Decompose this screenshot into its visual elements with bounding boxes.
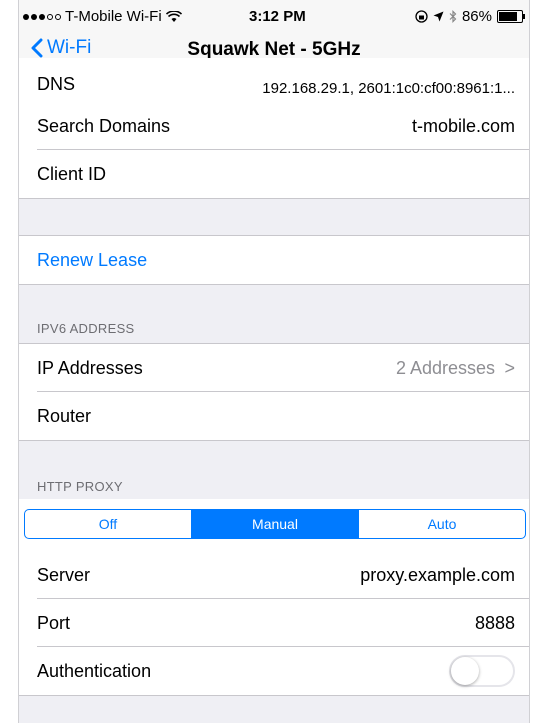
port-row[interactable]: Port 8888: [19, 599, 529, 647]
proxy-section-gap: HTTP PROXY: [19, 440, 529, 500]
authentication-label: Authentication: [37, 661, 152, 681]
proxy-mode-row: Off Manual Auto: [19, 499, 529, 551]
settings-screen: T-Mobile Wi-Fi 3:12 PM 86% Wi-Fi Squawk …: [18, 0, 530, 723]
wifi-icon: [165, 10, 182, 22]
rotation-lock-icon: [415, 10, 428, 23]
toggle-knob: [451, 657, 479, 685]
dns-row: DNS 192.168.29.1, 2601:1c0:cf00:8961:1..…: [19, 58, 529, 106]
ip-addresses-value: 2 Addresses: [395, 358, 495, 378]
client-id-label: Client ID: [37, 164, 107, 184]
ip-addresses-row[interactable]: IP Addresses 2 Addresses >: [19, 344, 529, 392]
chevron-right-icon: >: [504, 358, 515, 378]
port-label: Port: [37, 613, 71, 633]
bluetooth-icon: [449, 10, 457, 23]
status-left: T-Mobile Wi-Fi: [23, 8, 182, 25]
ip-addresses-label: IP Addresses: [37, 358, 143, 378]
renew-lease-row[interactable]: Renew Lease: [19, 236, 529, 284]
bottom-gap: [19, 695, 529, 723]
battery-percent: 86%: [461, 8, 492, 25]
dns-value: 192.168.29.1, 2601:1c0:cf00:8961:1...: [262, 80, 515, 97]
status-bar: T-Mobile Wi-Fi 3:12 PM 86%: [19, 0, 529, 30]
section-gap: [19, 198, 529, 236]
segment-off[interactable]: Off: [25, 510, 192, 538]
router-row: Router: [19, 392, 529, 440]
server-row[interactable]: Server proxy.example.com: [19, 551, 529, 599]
ipv6-section-gap: IPV6 ADDRESS: [19, 284, 529, 344]
proxy-mode-segmented-control[interactable]: Off Manual Auto: [24, 509, 526, 539]
segment-manual[interactable]: Manual: [192, 510, 359, 538]
search-domains-label: Search Domains: [37, 116, 171, 136]
search-domains-row[interactable]: Search Domains t-mobile.com: [19, 102, 529, 150]
status-right: 86%: [415, 8, 525, 25]
http-proxy-section-header: HTTP PROXY: [37, 479, 123, 494]
authentication-row: Authentication: [19, 647, 529, 695]
segment-auto[interactable]: Auto: [359, 510, 525, 538]
client-id-row[interactable]: Client ID: [19, 150, 529, 198]
carrier-label: T-Mobile Wi-Fi: [65, 8, 162, 25]
authentication-toggle[interactable]: [449, 655, 515, 687]
server-label: Server: [37, 565, 91, 585]
search-domains-value: t-mobile.com: [411, 116, 515, 136]
ipv6-section-header: IPV6 ADDRESS: [37, 321, 135, 336]
port-value[interactable]: 8888: [475, 613, 515, 634]
clock: 3:12 PM: [249, 8, 306, 25]
dns-label: DNS: [37, 74, 76, 94]
signal-strength-icon: [23, 13, 61, 20]
renew-lease-button[interactable]: Renew Lease: [37, 250, 147, 271]
location-icon: [433, 11, 444, 22]
router-label: Router: [37, 406, 92, 426]
battery-icon: [497, 10, 525, 23]
server-value[interactable]: proxy.example.com: [360, 565, 515, 586]
